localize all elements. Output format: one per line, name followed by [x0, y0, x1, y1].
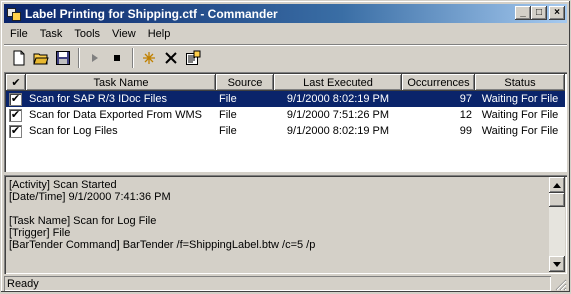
log-line: [BarTender Command] BarTender /f=Shippin…	[9, 239, 316, 251]
activity-log-text: [Activity] Scan Started [Date/Time] 9/1/…	[9, 179, 545, 251]
task-status: Waiting For File	[481, 93, 559, 105]
task-name: Scan for Data Exported From WMS	[29, 109, 202, 121]
window-title: Label Printing for Shipping.ctf - Comman…	[25, 6, 278, 21]
menu-tools[interactable]: Tools	[68, 28, 106, 40]
scroll-down-button[interactable]	[549, 256, 565, 272]
maximize-button[interactable]: □	[531, 6, 547, 20]
activity-log[interactable]: [Activity] Scan Started [Date/Time] 9/1/…	[4, 175, 567, 274]
minimize-button[interactable]: _	[515, 6, 531, 20]
menu-file[interactable]: File	[4, 28, 34, 40]
task-source: File	[219, 93, 237, 105]
column-header-enabled[interactable]: ✔	[6, 74, 26, 91]
task-occurrences: 97	[459, 93, 472, 105]
column-header-last-executed[interactable]: Last Executed	[274, 74, 402, 91]
column-header-task-name[interactable]: Task Name	[26, 74, 216, 91]
log-line: [Trigger] File	[9, 227, 71, 239]
arrow-down-icon	[553, 261, 561, 267]
toolbar	[4, 44, 567, 70]
task-status: Waiting For File	[481, 125, 559, 137]
task-last-executed: 9/1/2000 7:51:26 PM	[286, 109, 390, 121]
maximize-icon: □	[535, 7, 543, 18]
table-row[interactable]: ✔ Scan for Data Exported From WMS File 9…	[6, 107, 565, 123]
status-text: Ready	[4, 276, 551, 291]
task-name: Scan for Log Files	[29, 125, 118, 137]
log-line: [Activity] Scan Started	[9, 179, 117, 191]
table-row[interactable]: ✔ Scan for SAP R/3 IDoc Files File 9/1/2…	[6, 91, 565, 107]
new-button[interactable]	[8, 47, 30, 69]
task-list[interactable]: ✔ Task Name Source Last Executed Occurre…	[4, 72, 567, 172]
window-controls: _ □ ×	[515, 6, 565, 20]
column-header-occurrences[interactable]: Occurrences	[402, 74, 475, 91]
menu-view[interactable]: View	[106, 28, 142, 40]
toolbar-separator	[78, 47, 80, 68]
stop-button[interactable]	[106, 47, 128, 69]
task-enabled-checkbox[interactable]: ✔	[9, 108, 22, 122]
log-line: [Date/Time] 9/1/2000 7:41:36 PM	[9, 191, 171, 203]
task-name: Scan for SAP R/3 IDoc Files	[29, 93, 167, 105]
minimize-icon: _	[520, 7, 526, 18]
delete-button[interactable]	[160, 47, 182, 69]
open-folder-icon	[33, 53, 49, 64]
menu-help[interactable]: Help	[142, 28, 177, 40]
new-document-icon	[13, 50, 25, 65]
menu-task[interactable]: Task	[34, 28, 69, 40]
task-source: File	[219, 125, 237, 137]
save-button[interactable]	[52, 47, 74, 69]
properties-icon	[186, 50, 201, 65]
spark-button[interactable]	[138, 47, 160, 69]
run-button[interactable]	[84, 47, 106, 69]
column-header-status[interactable]: Status	[475, 74, 565, 91]
delete-icon	[165, 51, 177, 64]
task-source: File	[219, 109, 237, 121]
app-icon	[6, 6, 22, 22]
close-button[interactable]: ×	[549, 6, 565, 20]
play-icon	[92, 53, 98, 62]
task-enabled-checkbox[interactable]: ✔	[9, 124, 22, 138]
task-enabled-checkbox[interactable]: ✔	[9, 92, 22, 106]
table-row[interactable]: ✔ Scan for Log Files File 9/1/2000 8:02:…	[6, 123, 565, 139]
task-status: Waiting For File	[481, 109, 559, 121]
open-button[interactable]	[30, 47, 52, 69]
arrow-up-icon	[553, 182, 561, 188]
resize-grip-icon[interactable]	[553, 277, 567, 291]
toolbar-separator	[132, 47, 134, 68]
task-list-header: ✔ Task Name Source Last Executed Occurre…	[6, 74, 565, 91]
log-scrollbar[interactable]	[549, 177, 565, 272]
spark-icon	[143, 51, 155, 64]
close-icon: ×	[554, 7, 560, 18]
save-icon	[56, 50, 70, 65]
task-last-executed: 9/1/2000 8:02:19 PM	[286, 125, 390, 137]
commander-window: Label Printing for Shipping.ctf - Comman…	[0, 0, 571, 293]
status-bar: Ready	[4, 276, 567, 291]
scroll-up-button[interactable]	[549, 177, 565, 193]
stop-icon	[114, 54, 120, 61]
properties-button[interactable]	[182, 47, 204, 69]
task-last-executed: 9/1/2000 8:02:19 PM	[286, 93, 390, 105]
menu-bar: File Task Tools View Help	[4, 25, 176, 43]
scroll-thumb[interactable]	[549, 193, 565, 207]
task-rows: ✔ Scan for SAP R/3 IDoc Files File 9/1/2…	[6, 91, 565, 139]
title-bar[interactable]: Label Printing for Shipping.ctf - Comman…	[4, 4, 567, 23]
column-header-source[interactable]: Source	[216, 74, 274, 91]
task-occurrences: 12	[459, 109, 472, 121]
log-line: [Task Name] Scan for Log File	[9, 215, 157, 227]
task-occurrences: 99	[459, 125, 472, 137]
